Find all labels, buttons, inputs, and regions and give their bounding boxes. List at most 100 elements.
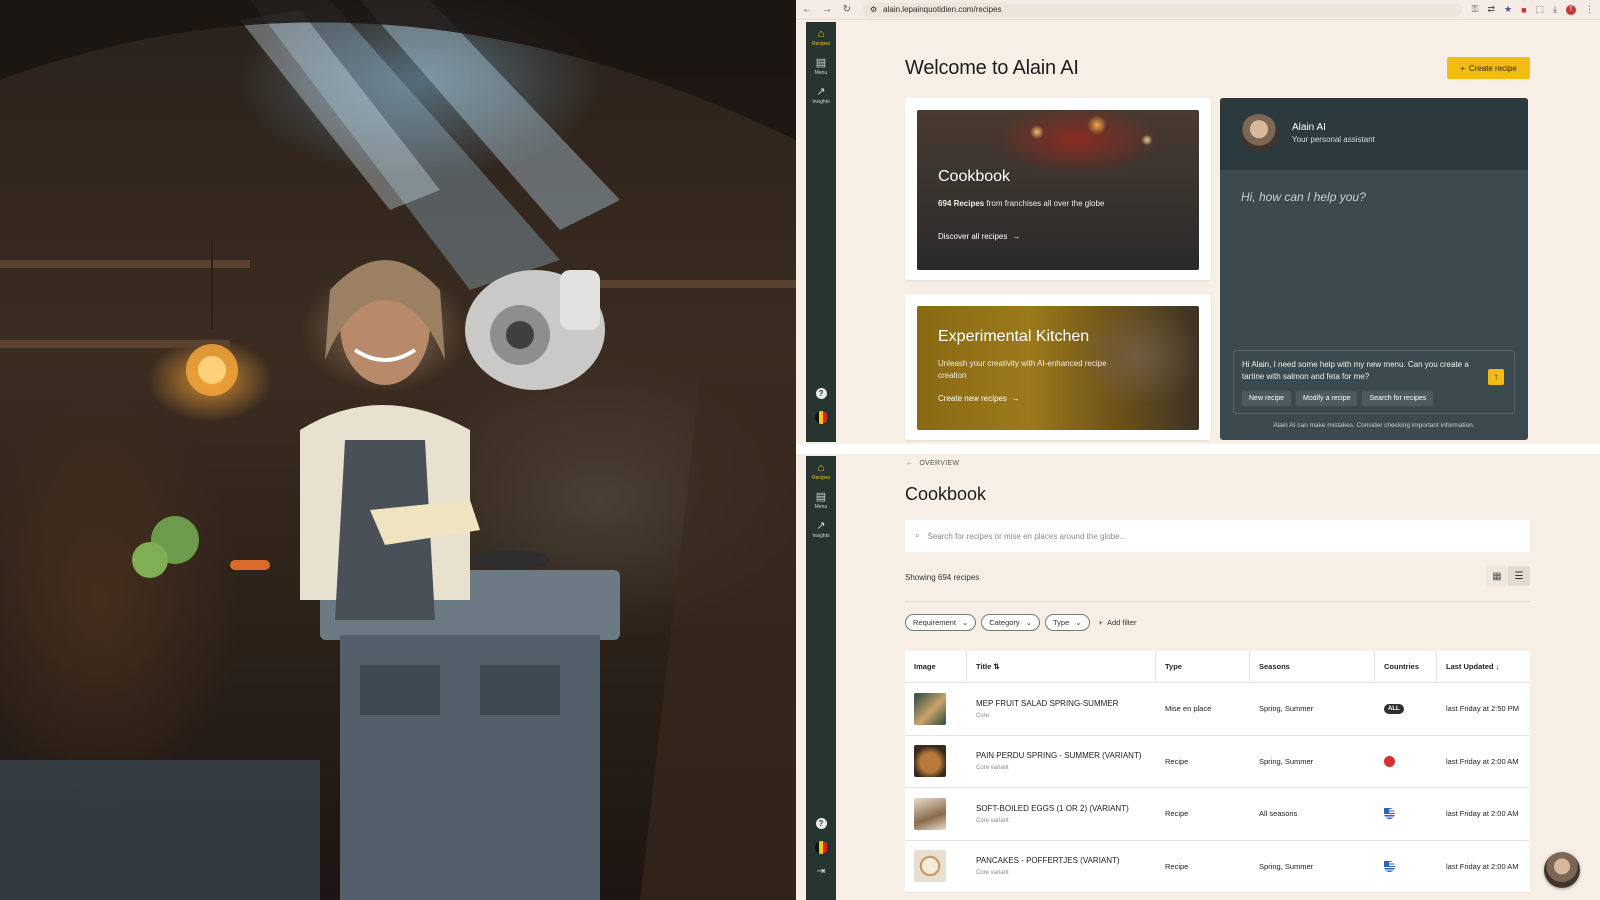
col-type[interactable]: Type (1156, 651, 1250, 682)
col-countries[interactable]: Countries (1375, 651, 1437, 682)
table-row[interactable]: PANCAKES - POFFERTJES (VARIANT) Core vari… (905, 841, 1530, 893)
filter-type[interactable]: Type ⌄ (1044, 614, 1090, 631)
grid-view-icon[interactable]: ▦ (1486, 566, 1508, 586)
greece-flag-icon (1384, 808, 1395, 820)
red-dot-icon (1384, 755, 1395, 767)
recipe-thumbnail (914, 692, 946, 725)
bookmark-star-icon[interactable]: ★ (1504, 4, 1512, 15)
address-bar[interactable]: ⚙ alain.lepainquotidien.com/recipes (862, 2, 1462, 17)
forward-arrow-icon[interactable]: → (822, 4, 832, 15)
sidebar-item-insights[interactable]: ↗ Insights (812, 520, 829, 539)
extension-badge-icon[interactable]: ■ (1521, 5, 1526, 15)
recipe-updated: last Friday at 2:50 PM (1446, 704, 1519, 714)
panel-divider (796, 444, 1600, 454)
chat-input-text[interactable]: Hi Alain, I need some help with my new m… (1242, 359, 1482, 383)
chip-search-recipes[interactable]: Search for recipes (1362, 391, 1434, 406)
col-image: Image (905, 651, 967, 682)
create-recipe-button[interactable]: + Create recipe (1447, 57, 1530, 79)
send-button[interactable]: ↑ (1488, 369, 1504, 385)
reload-icon[interactable]: ↻ (842, 4, 852, 15)
cookbook-card-description: from franchises all over the globe (986, 199, 1105, 208)
col-seasons[interactable]: Seasons (1250, 651, 1375, 682)
chevron-down-icon: ⌄ (1075, 618, 1082, 627)
cookbook-title: Cookbook (905, 484, 987, 504)
sidebar-item-insights[interactable]: ↗ Insights (812, 86, 829, 105)
browser-toolbar: ← → ↻ ⚙ alain.lepainquotidien.com/recipe… (796, 0, 1600, 20)
translate-icon[interactable]: ⇄ (1487, 4, 1495, 15)
recipe-country (1375, 841, 1437, 893)
help-icon[interactable]: ? (815, 818, 827, 829)
assistant-panel: Alain AI Your personal assistant Hi, how… (1220, 98, 1528, 440)
suggestion-chips: New recipe Modify a recipe Search for re… (1242, 391, 1434, 406)
recipe-type: Recipe (1165, 756, 1189, 766)
assistant-greeting: Hi, how can I help you? (1241, 190, 1366, 204)
table-row[interactable]: PAIN PERDU SPRING - SUMMER (VARIANT) Core… (905, 736, 1530, 788)
divider-line (905, 601, 1530, 602)
belgium-flag-icon[interactable] (814, 841, 828, 854)
add-filter-button[interactable]: + Add filter (1099, 618, 1137, 627)
experimental-kitchen-card[interactable]: Experimental Kitchen Unleash your creati… (905, 294, 1211, 440)
sidebar-item-recipes[interactable]: ⌂ Recipes (812, 28, 830, 47)
kitchen-card-image: Experimental Kitchen Unleash your creati… (917, 306, 1199, 430)
profile-avatar[interactable]: T (1566, 4, 1576, 15)
recipes-table: Image Title ⇅ Type Seasons Countries Las… (905, 651, 1530, 893)
arrow-up-icon: ↑ (1493, 371, 1499, 383)
sidebar-item-menu[interactable]: ▤ Menu (815, 57, 828, 76)
plus-icon: + (1098, 618, 1103, 627)
arrow-down-icon: ↓ (1495, 662, 1500, 671)
create-new-recipes-link[interactable]: Create new recipes → (938, 394, 1020, 403)
password-key-icon[interactable]: ⚿ (1472, 4, 1479, 15)
download-icon[interactable]: ⤓ (1553, 4, 1557, 15)
cookbook-card-image: Cookbook 694 Recipes from franchises all… (917, 110, 1199, 270)
back-arrow-icon[interactable]: ← (802, 4, 812, 15)
row-title-cell: SOFT-BOILED EGGS (1 OR 2) (VARIANT) Core … (967, 788, 1156, 840)
extensions-icon[interactable]: ⬚ (1536, 4, 1545, 15)
sidebar-item-recipes[interactable]: ⌂ Recipes (812, 462, 830, 481)
site-settings-icon[interactable]: ⚙ (870, 5, 877, 14)
help-icon[interactable]: ? (815, 388, 827, 399)
browser-menu-icon[interactable]: ⋮ (1585, 4, 1594, 15)
belgium-flag-icon[interactable] (814, 411, 828, 424)
app-window: ← → ↻ ⚙ alain.lepainquotidien.com/recipe… (796, 0, 1600, 900)
assistant-avatar (1240, 114, 1278, 152)
filter-requirement[interactable]: Requirement ⌄ (905, 614, 977, 631)
logout-icon[interactable]: ⇥ (817, 866, 825, 877)
cookbook-card-text: 694 Recipes from franchises all over the… (938, 198, 1108, 210)
sidebar-cookbook: ⌂ Recipes ▤ Menu ↗ Insights ? ⇥ (806, 456, 836, 900)
col-title[interactable]: Title ⇅ (967, 651, 1156, 682)
home-icon: ⌂ (817, 28, 825, 40)
col-updated[interactable]: Last Updated ↓ (1437, 651, 1530, 682)
chip-modify-recipe[interactable]: Modify a recipe (1296, 391, 1358, 406)
assistant-subtitle: Your personal assistant (1292, 135, 1375, 144)
list-view-icon[interactable]: ☰ (1508, 566, 1530, 586)
create-recipe-label: Create recipe (1468, 63, 1517, 73)
search-icon: ⌕ (915, 531, 920, 540)
sidebar-item-label: Insights (812, 533, 830, 539)
discover-recipes-link[interactable]: Discover all recipes → (938, 232, 1020, 241)
kitchen-card-text: Unleash your creativity with AI-enhanced… (938, 359, 1107, 380)
recipe-subtitle: Core variant (976, 765, 1009, 772)
arrow-left-icon: ← (906, 460, 914, 467)
floating-assistant-avatar[interactable] (1544, 852, 1580, 888)
arrow-right-icon: → (1011, 394, 1020, 403)
breadcrumb[interactable]: ← OVERVIEW (906, 460, 959, 467)
table-header: Image Title ⇅ Type Seasons Countries Las… (905, 651, 1530, 683)
sidebar-item-menu[interactable]: ▤ Menu (815, 491, 828, 510)
filter-category[interactable]: Category ⌄ (981, 614, 1040, 631)
page-title: Welcome to Alain AI (905, 57, 1079, 79)
table-row[interactable]: SOFT-BOILED EGGS (1 OR 2) (VARIANT) Core … (905, 788, 1530, 841)
table-row[interactable]: MEP FRUIT SALAD SPRING-SUMMER Core Mise e… (905, 683, 1530, 736)
recipe-thumbnail (914, 745, 946, 778)
chat-input[interactable]: Hi Alain, I need some help with my new m… (1233, 350, 1515, 414)
recipe-title: MEP FRUIT SALAD SPRING-SUMMER (976, 698, 1119, 708)
greece-flag-icon (1384, 860, 1395, 872)
recipe-title: PANCAKES - POFFERTJES (VARIANT) (976, 856, 1120, 866)
recipe-updated: last Friday at 2:00 AM (1446, 756, 1519, 766)
recipe-type: Mise en place (1165, 704, 1212, 714)
row-image-cell (905, 683, 967, 735)
search-input[interactable]: ⌕ Search for recipes or mise en places a… (905, 520, 1530, 552)
cookbook-card[interactable]: Cookbook 694 Recipes from franchises all… (905, 98, 1211, 280)
chip-new-recipe[interactable]: New recipe (1242, 391, 1292, 406)
discover-recipes-label: Discover all recipes (938, 232, 1008, 241)
assistant-name: Alain AI (1292, 122, 1326, 133)
